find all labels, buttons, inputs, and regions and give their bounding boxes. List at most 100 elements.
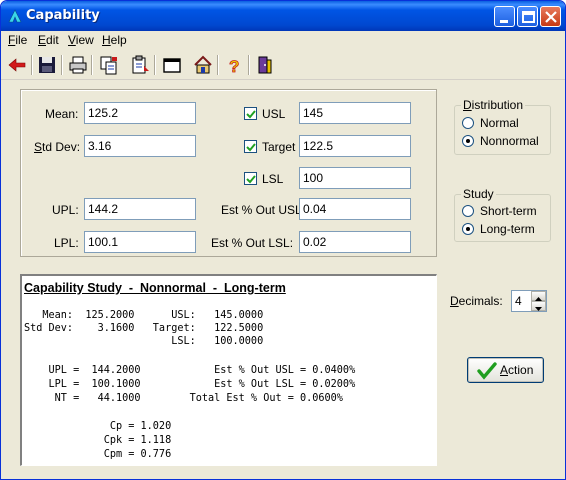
usl-field[interactable]: 145 (299, 102, 411, 124)
window-title: Capability (26, 8, 100, 23)
report-line: UPL = 144.2000 Est % Out USL = 0.0400% (24, 365, 356, 376)
help-icon[interactable]: ? (223, 54, 245, 77)
menu-help-mnemonic: H (102, 33, 111, 47)
toolbar-separator (154, 55, 156, 75)
minimize-button[interactable] (494, 6, 515, 27)
upl-label: UPL: (52, 203, 79, 217)
maximize-icon (522, 11, 535, 23)
distribution-nonnormal-radio[interactable] (462, 135, 474, 147)
target-label: Target (262, 140, 296, 154)
report-line: LSL: 100.0000 (24, 336, 264, 347)
toolbar-separator (31, 55, 33, 75)
window-icon[interactable] (161, 54, 183, 76)
checkmark-icon (246, 175, 256, 184)
est-out-usl-label: Est % Out USL: (221, 203, 306, 217)
decimals-value: 4 (515, 294, 522, 308)
spin-up-button[interactable] (531, 291, 546, 301)
menu-view[interactable]: View (68, 33, 94, 47)
report-line: Cpk = 1.118 (24, 435, 172, 446)
capability-window: Capability File Edit View Help ? Mean: 1… (0, 0, 566, 480)
study-long-term-label: Long-term (480, 222, 535, 236)
checkmark-icon (246, 143, 256, 152)
est-out-usl-field[interactable]: 0.04 (299, 198, 411, 220)
distribution-title-text: istribution (471, 98, 524, 112)
close-button[interactable] (540, 6, 561, 27)
distribution-nonnormal-label: Nonnormal (480, 134, 539, 148)
menu-help[interactable]: Help (102, 33, 127, 47)
distribution-normal-radio[interactable] (462, 117, 474, 129)
usl-label: USL (262, 107, 286, 121)
app-icon (8, 9, 22, 23)
lsl-checkbox[interactable] (244, 172, 257, 185)
study-short-term-radio[interactable] (462, 205, 474, 217)
report-line: Cpm = 0.776 (24, 449, 172, 460)
maximize-button[interactable] (517, 6, 538, 27)
menu-edit-mnemonic: E (38, 33, 47, 47)
std-dev-label: Std Dev: (34, 140, 80, 154)
distribution-normal-label: Normal (480, 116, 519, 130)
report-line: LPL = 100.1000 Est % Out LSL = 0.0200% (24, 379, 356, 390)
std-dev-field[interactable]: 3.16 (84, 135, 196, 157)
radio-dot (466, 227, 470, 231)
title-bar[interactable]: Capability (1, 1, 565, 31)
exit-icon[interactable] (254, 54, 276, 76)
copy-icon[interactable] (97, 54, 119, 76)
decimals-label: Decimals: (450, 294, 503, 308)
svg-text:?: ? (229, 57, 239, 76)
lsl-field[interactable]: 100 (299, 167, 411, 189)
report-title: Capability Study - Nonnormal - Long-term (24, 281, 286, 295)
spin-down-button[interactable] (531, 301, 546, 311)
upl-field[interactable]: 144.2 (84, 198, 196, 220)
lpl-field[interactable]: 100.1 (84, 231, 196, 253)
radio-dot (466, 139, 470, 143)
spinner-buttons (531, 291, 546, 311)
target-checkbox[interactable] (244, 140, 257, 153)
target-field[interactable]: 122.5 (299, 135, 411, 157)
back-arrow-icon[interactable] (6, 54, 28, 76)
menu-view-mnemonic: V (68, 33, 76, 47)
lpl-label: LPL: (54, 236, 79, 250)
std-dev-label-text: td Dev: (42, 140, 81, 154)
study-short-term-label: Short-term (480, 204, 537, 218)
decimals-mnemonic: D (450, 294, 459, 308)
menu-edit[interactable]: Edit (38, 33, 59, 47)
toolbar: ? (1, 50, 565, 80)
distribution-mnemonic: D (463, 98, 472, 112)
checkmark-icon (246, 110, 256, 119)
report-line: Std Dev: 3.1600 Target: 122.5000 (24, 323, 264, 334)
toolbar-separator (248, 55, 250, 75)
mean-field[interactable]: 125.2 (84, 102, 196, 124)
menu-file[interactable]: File (8, 33, 27, 47)
mean-label: Mean: (45, 107, 79, 121)
checkmark-icon (477, 362, 497, 380)
toolbar-separator (61, 55, 63, 75)
report-line: NT = 44.1000 Total Est % Out = 0.0600% (24, 393, 343, 404)
chevron-down-icon (535, 307, 542, 311)
usl-checkbox[interactable] (244, 107, 257, 120)
action-button-label: Action (500, 363, 533, 377)
report-line: Cp = 1.020 (24, 421, 172, 432)
menu-help-label: elp (110, 33, 127, 47)
std-dev-mnemonic: S (34, 140, 43, 154)
minimize-icon (500, 20, 508, 23)
action-label-text: ction (508, 363, 534, 377)
home-icon[interactable] (192, 54, 214, 76)
est-out-lsl-field[interactable]: 0.02 (299, 231, 411, 253)
report-panel: Capability Study - Nonnormal - Long-term… (20, 274, 437, 466)
toolbar-separator (91, 55, 93, 75)
action-button[interactable]: Action (467, 357, 544, 383)
est-out-lsl-label: Est % Out LSL: (211, 236, 294, 250)
lsl-label: LSL (262, 172, 284, 186)
print-icon[interactable] (67, 54, 89, 76)
menu-view-label: iew (75, 33, 94, 47)
save-icon[interactable] (36, 54, 58, 76)
menu-file-label: ile (15, 33, 28, 47)
close-icon (545, 11, 557, 23)
distribution-title: Distribution (461, 98, 526, 112)
paste-icon[interactable] (129, 54, 151, 76)
toolbar-separator (217, 55, 219, 75)
study-long-term-radio[interactable] (462, 223, 474, 235)
study-title: Study (461, 187, 496, 201)
decimals-spinner[interactable]: 4 (511, 290, 547, 312)
decimals-label-text: ecimals: (458, 294, 503, 308)
